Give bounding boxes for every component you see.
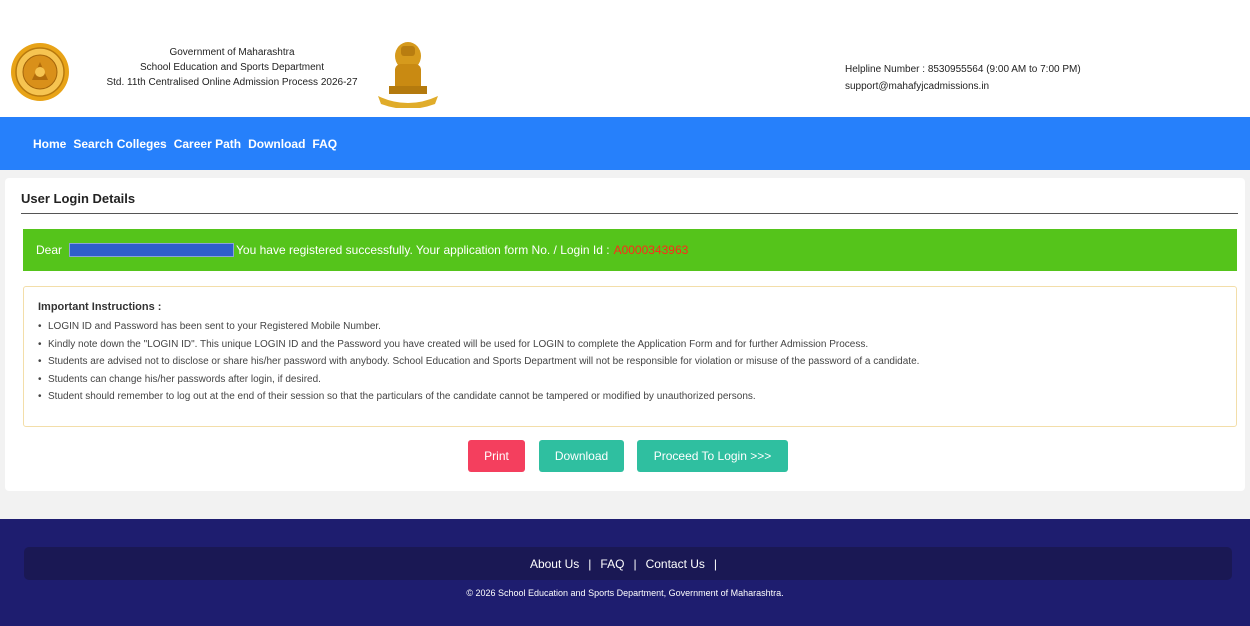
login-id-value: A0000343963 <box>613 243 689 257</box>
instruction-item: Student should remember to log out at th… <box>38 388 1224 406</box>
proceed-to-login-button[interactable]: Proceed To Login >>> <box>637 440 788 472</box>
maharashtra-seal-icon <box>11 43 69 101</box>
print-button[interactable]: Print <box>468 440 525 472</box>
instruction-item: Students can change his/her passwords af… <box>38 371 1224 389</box>
instructions-heading: Important Instructions : <box>38 301 162 313</box>
footer-links-bar: About Us | FAQ | Contact Us | <box>24 547 1232 580</box>
success-message: You have registered successfully. Your a… <box>236 243 610 257</box>
gov-line-3: Std. 11th Centralised Online Admission P… <box>106 77 358 88</box>
instruction-item: LOGIN ID and Password has been sent to y… <box>38 318 1224 336</box>
national-emblem-icon <box>378 42 438 108</box>
government-title-block: Government of Maharashtra School Educati… <box>82 45 382 90</box>
dear-label: Dear <box>36 243 63 257</box>
success-alert: Dear You have registered successfully. Y… <box>23 229 1237 271</box>
login-details-card: User Login Details Dear You have registe… <box>5 178 1245 491</box>
download-button[interactable]: Download <box>539 440 624 472</box>
nav-search-colleges[interactable]: Search Colleges <box>73 137 166 151</box>
site-footer: About Us | FAQ | Contact Us | © 2026 Sch… <box>0 519 1250 626</box>
nav-faq[interactable]: FAQ <box>312 137 337 151</box>
footer-link-faq[interactable]: FAQ <box>600 557 624 571</box>
footer-separator: | <box>713 556 718 571</box>
footer-link-contact[interactable]: Contact Us <box>646 557 705 571</box>
gov-line-2: School Education and Sports Department <box>140 62 324 73</box>
helpline-block: Helpline Number : 8530955564 (9:00 AM to… <box>845 61 1081 95</box>
gov-line-1: Government of Maharashtra <box>169 47 295 58</box>
site-header: Government of Maharashtra School Educati… <box>0 0 1250 117</box>
nav-home[interactable]: Home <box>33 137 66 151</box>
nav-career-path[interactable]: Career Path <box>174 137 241 151</box>
instruction-item: Students are advised not to disclose or … <box>38 353 1224 371</box>
instructions-panel: Important Instructions : LOGIN ID and Pa… <box>23 286 1237 427</box>
footer-separator: | <box>633 556 637 571</box>
instruction-item: Kindly note down the "LOGIN ID". This un… <box>38 336 1224 354</box>
nav-download[interactable]: Download <box>248 137 305 151</box>
helpline-number: Helpline Number : 8530955564 (9:00 AM to… <box>845 64 1081 75</box>
footer-link-about[interactable]: About Us <box>530 557 579 571</box>
redacted-name <box>69 243 235 257</box>
support-email[interactable]: support@mahafyjcadmissions.in <box>845 78 1081 95</box>
main-navbar: Home Search Colleges Career Path Downloa… <box>0 117 1250 170</box>
instructions-list: LOGIN ID and Password has been sent to y… <box>38 318 1224 406</box>
title-divider <box>21 213 1238 214</box>
footer-separator: | <box>588 556 592 571</box>
page-title: User Login Details <box>21 191 136 206</box>
copyright-text: © 2026 School Education and Sports Depar… <box>466 588 784 598</box>
